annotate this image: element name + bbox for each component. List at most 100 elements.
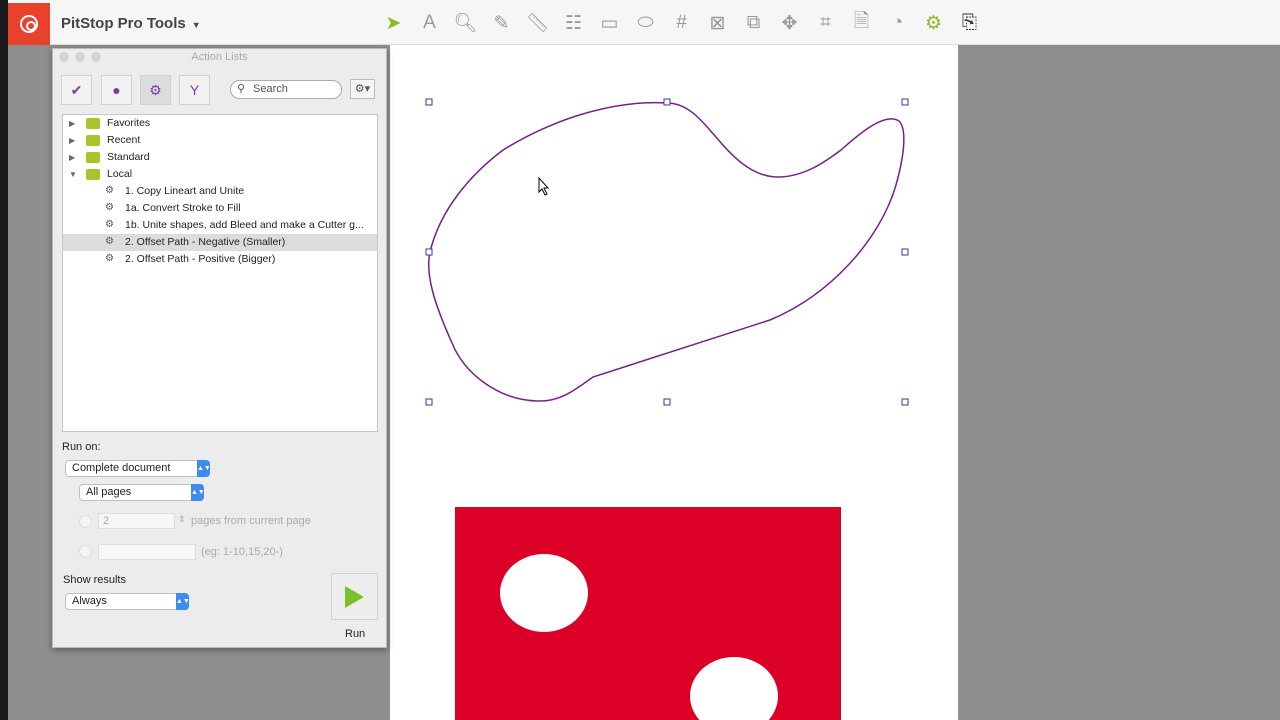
pages-select[interactable]: All pages ▲▼ xyxy=(79,484,205,501)
folder-icon xyxy=(86,118,100,129)
minimize-button[interactable] xyxy=(75,52,85,62)
selection-handles xyxy=(425,98,909,406)
caret-down-icon: ▼ xyxy=(191,20,201,30)
action-list-tree[interactable]: ▶ Favorites ▶ Recent ▶ Standard ▼ Local ⚙ 1. … xyxy=(62,114,378,432)
mouse-cursor-icon xyxy=(538,176,550,196)
split-tool-icon[interactable]: ☷ xyxy=(560,10,587,36)
tree-item-action[interactable]: ⚙ 1b. Unite shapes, add Bleed and make a … xyxy=(63,217,377,234)
tree-label: 1. Copy Lineart and Unite xyxy=(125,185,245,197)
pages-from-radio[interactable] xyxy=(79,515,92,528)
updown-arrows-icon: ▲▼ xyxy=(197,460,211,477)
select-tool-icon[interactable]: ➤ xyxy=(380,10,407,36)
updown-arrows-icon: ▲▼ xyxy=(176,593,190,610)
tree-label: Recent xyxy=(107,134,141,146)
check-filter-button[interactable]: ✔ xyxy=(61,75,92,105)
page-range-radio[interactable] xyxy=(79,545,92,558)
export-tool-icon[interactable]: ⎘ xyxy=(956,10,983,36)
app-title: PitStop Pro Tools xyxy=(61,15,186,32)
action-doc-icon: ⚙ xyxy=(105,253,114,264)
action-lists-tool-icon[interactable]: ⚙ xyxy=(920,10,947,36)
ellipse-tool-icon[interactable]: ⬭ xyxy=(632,10,659,36)
text-tool-icon[interactable]: A xyxy=(416,10,443,36)
run-on-label: Run on: xyxy=(62,441,101,453)
folder-icon xyxy=(86,152,100,163)
search-icon: ⚲ xyxy=(237,83,246,95)
grid-tool-icon[interactable]: # xyxy=(668,10,695,36)
disclosure-right-icon[interactable]: ▶ xyxy=(69,115,79,132)
run-label: Run xyxy=(345,628,366,640)
preflight-tool-icon[interactable]: 🗎 xyxy=(848,10,875,36)
certified-tool-icon[interactable]: ◔ xyxy=(884,10,911,36)
tree-label: 2. Offset Path - Positive (Bigger) xyxy=(125,253,276,265)
funnel-filter-button[interactable]: Y xyxy=(179,75,210,105)
tree-label: Local xyxy=(107,168,133,180)
gear-filter-button[interactable]: ⚙ xyxy=(140,75,171,105)
rectangle-tool-icon[interactable]: ▭ xyxy=(596,10,623,36)
range-hint: (eg: 1-10,15,20-) xyxy=(201,546,283,558)
pitstop-logo-button[interactable] xyxy=(8,3,50,45)
tree-item-favorites[interactable]: ▶ Favorites xyxy=(63,115,377,132)
play-icon xyxy=(345,585,364,608)
pages-from-label: pages from current page xyxy=(191,515,311,527)
document-page[interactable] xyxy=(390,45,958,720)
action-doc-icon: ⚙ xyxy=(105,202,114,213)
tree-item-recent[interactable]: ▶ Recent xyxy=(63,132,377,149)
top-toolbar: PitStop Pro Tools ▼ ➤ A 🔍︎ ✎ 📏︎ ☷ ▭ ⬭ # ⊠… xyxy=(8,0,1280,45)
run-on-value: Complete document xyxy=(72,462,171,474)
crop-tool-icon[interactable]: ⌗ xyxy=(812,10,839,36)
run-button[interactable] xyxy=(331,573,378,620)
tree-label: Favorites xyxy=(107,117,151,129)
folder-icon xyxy=(86,169,100,180)
selected-path xyxy=(427,101,905,402)
page-range-field[interactable] xyxy=(98,544,196,560)
tree-item-action[interactable]: ⚙ 2. Offset Path - Positive (Bigger) xyxy=(63,251,377,268)
tree-label: 1b. Unite shapes, add Bleed and make a C… xyxy=(125,219,364,231)
pages-count-field[interactable]: 2 xyxy=(98,513,175,529)
gear-icon: ⚙ xyxy=(149,81,162,98)
globe-icon: ● xyxy=(112,82,121,98)
updown-arrows-icon: ▲▼ xyxy=(191,484,205,501)
arrange-tool-icon[interactable]: ⧉ xyxy=(740,10,767,36)
funnel-icon: Y xyxy=(189,82,200,98)
page-artwork xyxy=(425,98,909,720)
globe-filter-button[interactable]: ● xyxy=(101,75,132,105)
measure-tool-icon[interactable]: 📏︎ xyxy=(524,10,551,36)
pages-stepper[interactable]: ⇕ xyxy=(178,514,186,525)
checkmark-icon: ✔ xyxy=(70,81,83,98)
run-on-select[interactable]: Complete document ▲▼ xyxy=(65,460,211,477)
tree-label: Standard xyxy=(107,151,150,163)
close-button[interactable] xyxy=(59,52,69,62)
disclosure-down-icon[interactable]: ▼ xyxy=(69,166,79,183)
panel-title: Action Lists xyxy=(191,51,248,63)
action-lists-panel: Action Lists ✔ ● ⚙ Y ⚲ Search ⚙▾ ▶ Favorit… xyxy=(52,48,387,648)
disclosure-right-icon[interactable]: ▶ xyxy=(69,132,79,149)
edit-tool-icon[interactable]: ✎ xyxy=(488,10,515,36)
show-results-value: Always xyxy=(72,595,107,607)
pages-value: All pages xyxy=(86,486,132,498)
folder-icon xyxy=(86,135,100,146)
hole-1 xyxy=(500,554,588,632)
placeholder-tool-icon[interactable]: ⊠ xyxy=(704,10,731,36)
action-doc-icon: ⚙ xyxy=(105,236,114,247)
panel-titlebar[interactable]: Action Lists xyxy=(53,49,386,65)
options-menu-button[interactable]: ⚙▾ xyxy=(350,79,375,99)
inspect-tool-icon[interactable]: 🔍︎ xyxy=(452,10,479,36)
move-tool-icon[interactable]: ✥ xyxy=(776,10,803,36)
app-title-menu[interactable]: PitStop Pro Tools ▼ xyxy=(61,15,201,32)
search-placeholder: Search xyxy=(253,83,288,95)
show-results-select[interactable]: Always ▲▼ xyxy=(65,593,190,610)
tree-item-action[interactable]: ⚙ 1a. Convert Stroke to Fill xyxy=(63,200,377,217)
left-edge xyxy=(0,0,8,720)
tree-item-local[interactable]: ▼ Local xyxy=(63,166,377,183)
search-input[interactable]: ⚲ Search xyxy=(230,80,342,99)
disclosure-right-icon[interactable]: ▶ xyxy=(69,149,79,166)
tree-item-standard[interactable]: ▶ Standard xyxy=(63,149,377,166)
zoom-button[interactable] xyxy=(91,52,101,62)
show-results-label: Show results xyxy=(63,574,126,586)
pages-count-value: 2 xyxy=(103,515,110,527)
action-doc-icon: ⚙ xyxy=(105,185,114,196)
tree-item-action-selected[interactable]: ⚙ 2. Offset Path - Negative (Smaller) xyxy=(63,234,377,251)
tree-item-action[interactable]: ⚙ 1. Copy Lineart and Unite xyxy=(63,183,377,200)
pitstop-logo-icon xyxy=(20,15,38,33)
tree-label: 2. Offset Path - Negative (Smaller) xyxy=(125,236,286,248)
